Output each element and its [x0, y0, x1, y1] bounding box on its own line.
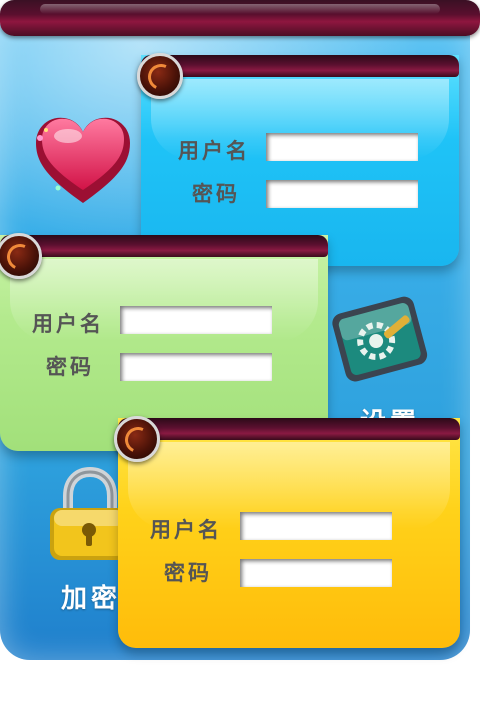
- card-header-bar: [0, 235, 328, 257]
- card-header-bar: [141, 55, 459, 77]
- settings-tool-icon[interactable]: [330, 290, 430, 390]
- login-card-yellow: 用户名 密码: [114, 416, 460, 648]
- password-label: 密码: [164, 560, 212, 585]
- password-label: 密码: [46, 354, 94, 379]
- username-label: 用户名: [178, 138, 250, 163]
- power-knob-icon[interactable]: [137, 53, 183, 99]
- password-label: 密码: [192, 181, 240, 206]
- top-bar: [0, 0, 480, 36]
- nav-label-encrypt[interactable]: 加密: [61, 578, 121, 615]
- username-input[interactable]: [266, 133, 418, 161]
- password-input[interactable]: [120, 353, 272, 381]
- card-header-bar: [118, 418, 460, 440]
- heart-box-icon[interactable]: [28, 108, 138, 208]
- power-knob-icon[interactable]: [114, 416, 160, 462]
- username-input[interactable]: [120, 306, 272, 334]
- password-input[interactable]: [240, 559, 392, 587]
- username-label: 用户名: [32, 311, 104, 336]
- username-label: 用户名: [150, 517, 222, 542]
- username-input[interactable]: [240, 512, 392, 540]
- password-input[interactable]: [266, 180, 418, 208]
